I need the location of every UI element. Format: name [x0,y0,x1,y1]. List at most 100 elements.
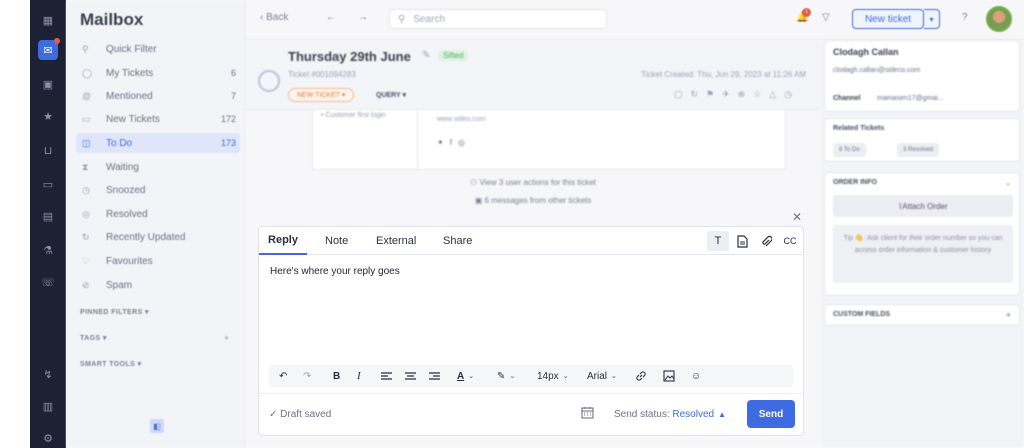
tab-note[interactable]: Note [325,227,348,255]
related-chip-todo[interactable]: 6 To Do [833,143,866,157]
ticket-icon: ▭ [82,113,91,124]
ticket-status-dropdown[interactable]: NEW TICKET ▾ [288,88,355,102]
image-icon[interactable] [663,365,675,387]
ticket-header: Thursday 29th June ✎ Sifted Ticket #0010… [246,40,820,110]
related-tickets-title: Related Tickets [833,125,885,132]
email-website: www.sideo.com [437,116,486,123]
tab-external[interactable]: External [376,227,416,255]
font-family-dropdown[interactable]: Arial ⌄ [587,365,617,387]
schedule-calendar-icon[interactable] [581,406,594,422]
chevron-up-icon: ▲ [718,410,726,419]
status-badge: Sifted [438,50,469,61]
attach-order-button[interactable]: ⌇ Attach Order [833,195,1013,217]
add-custom-field-icon[interactable]: + [1006,310,1011,320]
social-icons[interactable]: ✦f◎ [437,138,471,147]
user-icon: ◯ [82,67,93,78]
help-icon[interactable]: ? [962,12,968,23]
sidebar-item-recently-updated[interactable]: ↻ Recently Updated [76,227,240,247]
order-info-title: ORDER INFO [833,179,877,186]
pencil-icon[interactable]: ✎ [422,50,430,61]
calendar-icon[interactable]: ▤ [38,206,58,226]
send-status-selector[interactable]: Send status: Resolved ▲ [614,409,726,420]
flask-icon[interactable]: ⚗ [38,240,58,260]
section-tags[interactable]: TAGS ▾ [80,334,107,342]
highlight-dropdown[interactable]: ✎ ⌄ [497,365,515,387]
reply-body[interactable]: Here's where your reply goes [270,266,400,277]
ban-icon: ⊘ [82,279,90,290]
italic-icon[interactable]: I [357,365,361,387]
font-size-dropdown[interactable]: 14px ⌄ [537,365,569,387]
undo-icon[interactable]: ↶ [279,365,287,387]
bold-icon[interactable]: B [333,365,340,387]
analytics-icon[interactable]: ↯ [38,364,58,384]
text-format-icon[interactable]: T [707,231,729,251]
align-right-icon[interactable] [429,365,440,387]
sidebar-item-favourites[interactable]: ♡ Favourites [76,251,240,271]
settings-icon[interactable]: ⚙ [38,428,58,448]
hourglass-icon: ⧗ [82,161,89,172]
text-color-dropdown[interactable]: A ⌄ [457,365,474,387]
grid-icon[interactable]: ▦ [38,10,58,30]
back-button[interactable]: ‹ Back [260,12,288,23]
arrow-left-icon[interactable]: ← [326,12,336,23]
sidebar-item-spam[interactable]: ⊘ Spam [76,275,240,295]
chevron-down-icon: ⌄ [611,373,617,380]
sidebar-item-snoozed[interactable]: ◷ Snoozed [76,180,240,200]
new-ticket-dropdown[interactable]: ▾ [924,9,940,29]
chevron-down-icon: ⌄ [509,373,516,380]
redo-icon[interactable]: ↷ [303,365,311,387]
check-circle-icon: ◎ [82,208,90,219]
emoji-icon[interactable]: ☺ [691,365,701,387]
cc-button[interactable]: CC [779,231,801,251]
document-icon[interactable] [731,231,753,251]
order-tip: Tip 👋: Ask client for their order number… [833,225,1013,283]
sidebar-item-my-tickets[interactable]: ◯ My Tickets 6 [76,63,240,83]
editor-tabs: Reply Note External Share T CC [259,227,803,255]
mailbox-sidebar: Mailbox ⚲ Quick Filter ◯ My Tickets 6 @ Ment… [66,0,246,448]
sidebar-item-to-do[interactable]: ◫ To Do 173 [76,133,240,153]
filter-funnel-icon[interactable]: ▽ [822,12,830,23]
related-chip-resolved[interactable]: 3 Resolved [897,143,940,157]
ticket-created: Ticket Created: Thu, Jun 29, 2023 at 11:… [641,70,806,79]
sidebar-item-resolved[interactable]: ◎ Resolved [76,204,240,224]
cart-icon[interactable]: ⊔ [38,140,58,160]
ticket-actions-icons[interactable]: ▢↻⚑✈⊕☆△◷ [674,89,800,100]
email-card: • Customer first login www.sideo.com ✦f◎ [312,110,786,170]
add-tag-icon[interactable]: + [224,333,229,343]
align-left-icon[interactable] [381,365,392,387]
ticket-type-dropdown[interactable]: QUERY ▾ [376,91,406,99]
book-icon[interactable]: ▥ [38,396,58,416]
email-left-text: • Customer first login [321,112,386,119]
sidebar-item-mentioned[interactable]: @ Mentioned 7 [76,86,240,106]
arrow-right-icon[interactable]: → [358,12,368,23]
message-icon: ▣ [474,196,485,205]
new-ticket-button[interactable]: New ticket [852,9,924,29]
notification-dot [54,38,60,44]
phone-icon[interactable]: ☏ [38,272,58,292]
align-center-icon[interactable] [405,365,416,387]
chat-icon[interactable]: ▭ [38,174,58,194]
section-pinned-filters[interactable]: PINNED FILTERS ▾ [80,308,149,316]
sidebar-item-quick-filter[interactable]: ⚲ Quick Filter [76,39,240,59]
check-icon: ✓ [269,409,281,420]
reply-editor: Reply Note External Share T CC Here's wh… [258,226,804,436]
inbox-icon[interactable]: ▣ [38,74,58,94]
collapse-sidebar-icon[interactable]: ◧ [150,419,164,433]
send-button[interactable]: Send [747,400,795,428]
avatar[interactable] [986,6,1012,32]
other-messages-link[interactable]: ▣ 6 messages from other tickets [246,196,820,205]
sidebar-item-new-tickets[interactable]: ▭ New Tickets 172 [76,109,240,129]
chevron-down-icon[interactable]: ⌄ [1005,179,1011,187]
section-smart-tools[interactable]: SMART TOOLS ▾ [80,360,141,368]
star-icon[interactable]: ★ [38,106,58,126]
customer-email[interactable]: clodagh.callan@sideco.com [833,67,920,74]
link-icon[interactable] [635,365,647,387]
paperclip-icon[interactable] [755,231,777,251]
search-input[interactable]: ⚲ Search [389,9,607,29]
tab-reply[interactable]: Reply [259,227,307,255]
user-actions-link[interactable]: ⚇ View 3 user actions for this ticket [246,178,820,187]
close-icon[interactable]: ✕ [792,210,802,224]
sidebar-item-waiting[interactable]: ⧗ Waiting [76,157,240,177]
tab-share[interactable]: Share [443,227,472,255]
mail-icon[interactable]: ✉ [38,38,60,60]
